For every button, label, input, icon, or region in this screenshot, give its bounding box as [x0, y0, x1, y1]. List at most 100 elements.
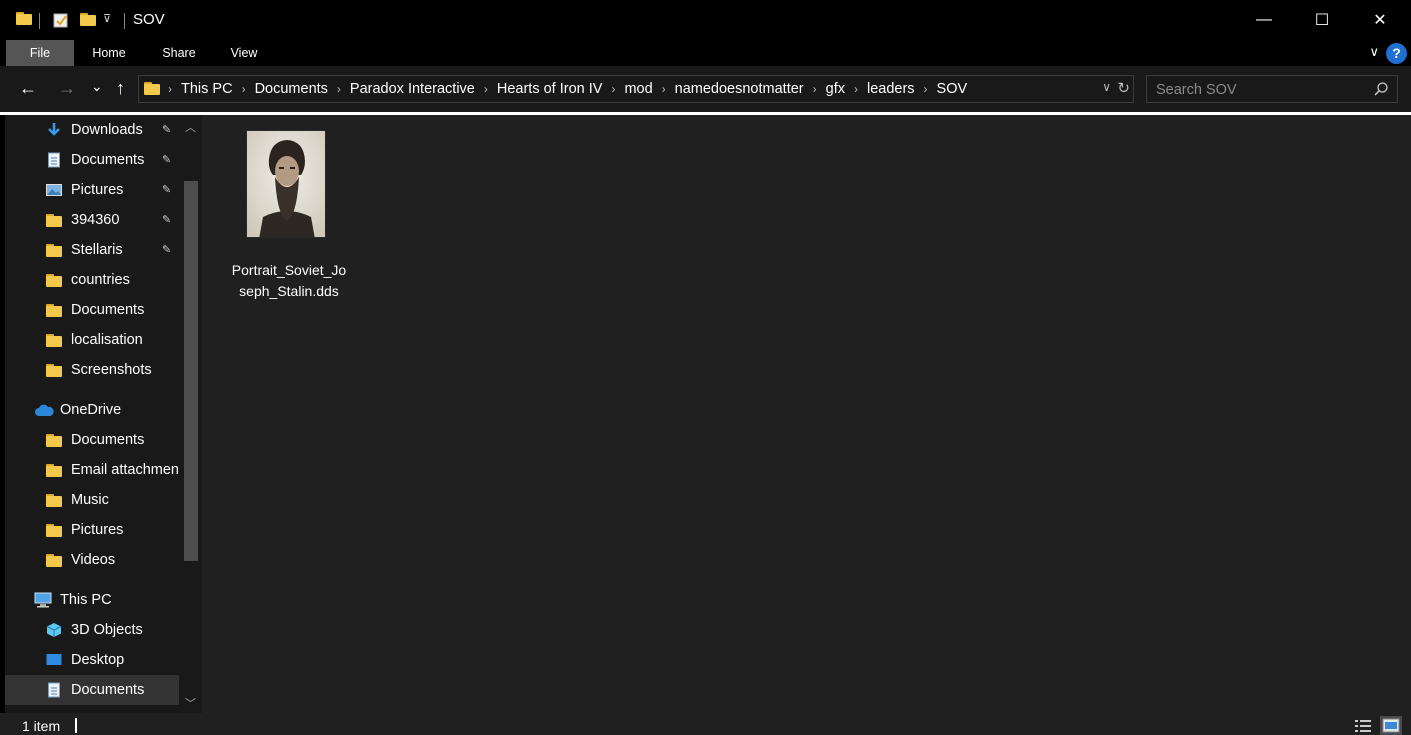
sidebar-item-this-pc[interactable]: This PC [5, 585, 179, 615]
ribbon-tabs: File Home Share View ∨ ? [0, 40, 1411, 66]
maximize-icon: ☐ [1314, 12, 1330, 29]
folder-icon [46, 214, 62, 227]
breadcrumb-separator[interactable]: › [662, 82, 666, 96]
sidebar-item-music[interactable]: Music [5, 485, 179, 515]
sidebar-item-this-pc-documents[interactable]: Documents [5, 675, 179, 705]
breadcrumb-separator[interactable]: › [484, 82, 488, 96]
breadcrumb-separator[interactable]: › [854, 82, 858, 96]
close-button[interactable]: ✕ [1351, 0, 1409, 40]
maximize-button[interactable]: ☐ [1293, 0, 1351, 40]
pin-icon[interactable]: ✎ [162, 123, 171, 136]
scroll-down-arrow-icon[interactable]: ﹀ [185, 695, 196, 711]
sidebar-item-pictures[interactable]: Pictures ✎ [5, 175, 179, 205]
sidebar-item-downloads[interactable]: Downloads ✎ [5, 115, 179, 145]
folder-icon [16, 12, 32, 28]
folder-icon [46, 464, 62, 477]
document-icon [48, 682, 60, 698]
breadcrumb-namedoesnotmatter[interactable]: namedoesnotmatter [675, 81, 804, 97]
help-icon[interactable]: ? [1386, 43, 1407, 64]
sidebar-item-videos[interactable]: Videos [5, 545, 179, 575]
tab-file[interactable]: File [6, 40, 74, 66]
sidebar-item-label: Pictures [71, 522, 124, 538]
expand-ribbon-chevron-icon[interactable]: ∨ [1369, 44, 1379, 60]
search-icon[interactable] [1374, 82, 1388, 96]
divider [124, 13, 125, 29]
breadcrumb-gfx[interactable]: gfx [826, 81, 845, 97]
sidebar-item-394360[interactable]: 394360 ✎ [5, 205, 179, 235]
desktop-icon [46, 654, 62, 665]
sidebar-item-label: Documents [71, 152, 145, 168]
address-dropdown-chevron-icon[interactable]: ∨ [1102, 80, 1111, 94]
pin-icon[interactable]: ✎ [162, 183, 171, 196]
window-title: SOV [133, 11, 165, 28]
scrollbar-thumb[interactable] [184, 181, 198, 561]
pin-icon[interactable]: ✎ [162, 213, 171, 226]
breadcrumb-leaders[interactable]: leaders [867, 81, 915, 97]
sidebar-item-localisation[interactable]: localisation [5, 325, 179, 355]
file-name[interactable]: Portrait_Soviet_Joseph_Stalin.dds [230, 260, 348, 302]
scroll-up-arrow-icon[interactable]: ︿ [185, 119, 196, 135]
properties-icon[interactable] [53, 12, 69, 28]
folder-icon [46, 304, 62, 317]
folder-icon [46, 522, 62, 538]
new-folder-icon[interactable] [80, 13, 96, 26]
folder-icon [46, 272, 62, 288]
recent-locations-chevron-icon[interactable]: ⌄ [91, 76, 103, 96]
search-input[interactable] [1156, 80, 1366, 100]
sidebar-item-label: Desktop [71, 652, 125, 668]
tab-share[interactable]: Share [158, 40, 200, 66]
minimize-icon: — [1256, 11, 1272, 28]
sidebar-item-onedrive-pictures[interactable]: Pictures [5, 515, 179, 545]
pin-icon[interactable]: ✎ [162, 153, 171, 166]
sidebar-item-countries[interactable]: countries [5, 265, 179, 295]
tab-view[interactable]: View [226, 40, 262, 66]
breadcrumb-separator[interactable]: › [168, 82, 172, 96]
pin-icon[interactable]: ✎ [162, 243, 171, 256]
minimize-button[interactable]: — [1235, 0, 1293, 40]
folder-icon [46, 462, 62, 478]
sidebar-item-3d-objects[interactable]: 3D Objects [5, 615, 179, 645]
refresh-icon[interactable]: ↻ [1117, 79, 1130, 97]
breadcrumb-this-pc[interactable]: This PC [181, 81, 233, 97]
breadcrumb-documents[interactable]: Documents [255, 81, 328, 97]
sidebar-item-label: This PC [60, 592, 112, 608]
sidebar-item-onedrive[interactable]: OneDrive [5, 395, 179, 425]
sidebar-item-email-attachments[interactable]: Email attachmen [5, 455, 179, 485]
sidebar-item-screenshots[interactable]: Screenshots [5, 355, 179, 385]
sidebar-item-desktop[interactable]: Desktop [5, 645, 179, 675]
file-item[interactable]: Portrait_Soviet_Joseph_Stalin.dds [230, 129, 348, 299]
breadcrumb-paradox-interactive[interactable]: Paradox Interactive [350, 81, 475, 97]
customize-quick-access-icon[interactable]: ⊽ [103, 12, 111, 25]
breadcrumb-separator[interactable]: › [337, 82, 341, 96]
portrait-image-icon [247, 131, 325, 237]
breadcrumb-mod[interactable]: mod [624, 81, 652, 97]
up-button[interactable]: ↑ [116, 78, 125, 98]
breadcrumb-separator[interactable]: › [611, 82, 615, 96]
file-list[interactable]: Portrait_Soviet_Joseph_Stalin.dds [202, 115, 1411, 713]
address-bar[interactable]: › This PC › Documents › Paradox Interact… [138, 75, 1134, 103]
folder-icon [46, 552, 62, 568]
divider [75, 718, 77, 733]
back-button[interactable]: ← [19, 78, 37, 98]
sidebar-item-stellaris[interactable]: Stellaris ✎ [5, 235, 179, 265]
tab-home[interactable]: Home [88, 40, 130, 66]
sidebar-item-label: Documents [71, 432, 145, 448]
sidebar-item-label: Documents [71, 302, 145, 318]
sidebar-item-label: Pictures [71, 182, 124, 198]
breadcrumb-separator[interactable]: › [242, 82, 246, 96]
sidebar-item-documents[interactable]: Documents ✎ [5, 145, 179, 175]
sidebar-scrollbar[interactable]: ︿ ﹀ [179, 115, 202, 713]
sidebar-item-onedrive-documents[interactable]: Documents [5, 425, 179, 455]
breadcrumb-separator[interactable]: › [924, 82, 928, 96]
details-view-icon[interactable] [1352, 716, 1374, 735]
folder-icon [46, 492, 62, 508]
forward-button[interactable]: → [58, 78, 76, 98]
sidebar-item-documents-folder[interactable]: Documents [5, 295, 179, 325]
sidebar-item-label: 394360 [71, 212, 120, 228]
large-icons-view-icon[interactable] [1380, 716, 1402, 735]
search-box[interactable] [1146, 75, 1398, 103]
breadcrumb-sov[interactable]: SOV [937, 81, 968, 97]
sidebar-item-label: Email attachmen [71, 462, 179, 478]
breadcrumb-hearts-of-iron-iv[interactable]: Hearts of Iron IV [497, 81, 603, 97]
breadcrumb-separator[interactable]: › [813, 82, 817, 96]
